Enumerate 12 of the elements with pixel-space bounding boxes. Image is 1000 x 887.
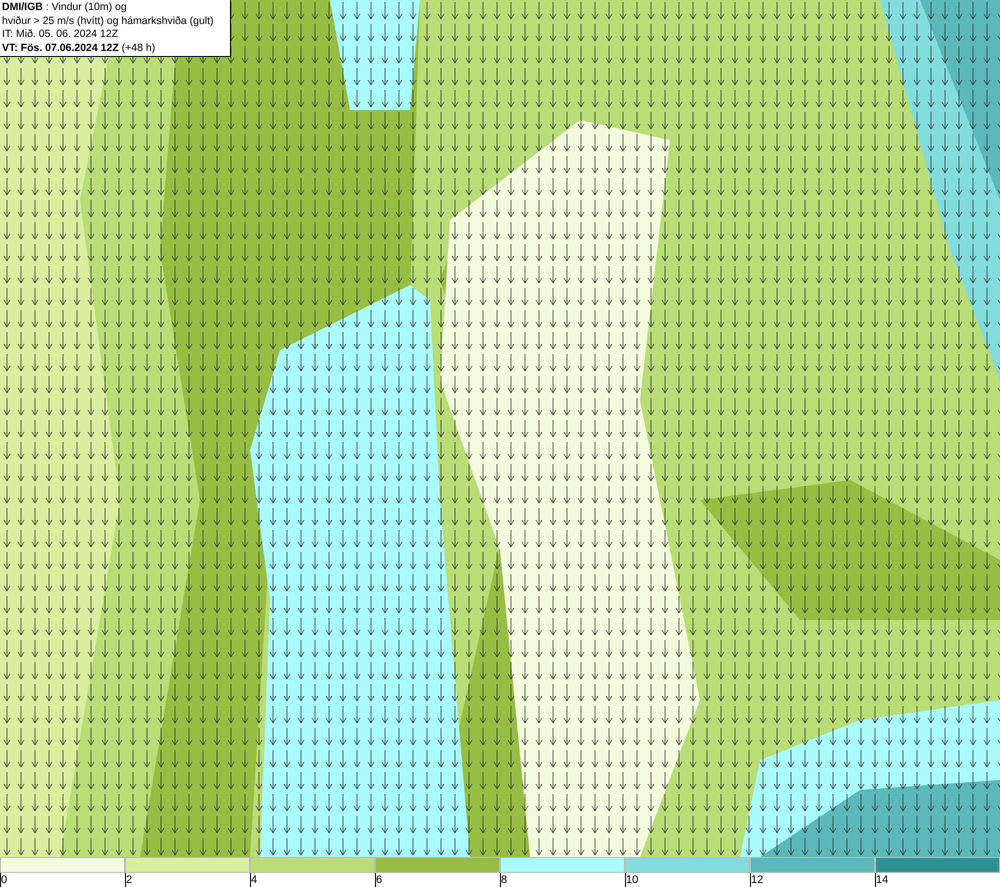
legend-label: 12 bbox=[751, 874, 764, 886]
caption-line: DMI/IGB : Vindur (10m) og bbox=[2, 1, 128, 14]
caption-line: IT: Mið. 05. 06. 2024 12Z bbox=[2, 28, 120, 42]
legend-label: 4 bbox=[251, 874, 258, 886]
legend-label: 6 bbox=[376, 874, 382, 886]
legend-label: 14 bbox=[876, 874, 888, 886]
legend-label: 2 bbox=[126, 874, 132, 886]
legend-label: 0 bbox=[1, 874, 8, 886]
legend-label: 10 bbox=[626, 874, 638, 886]
caption-line: VT: Fös. 07.06.2024 12Z (+48 h) bbox=[2, 42, 156, 55]
legend-label: 8 bbox=[501, 874, 508, 886]
caption-line: hviður > 25 m/s (hvítt) og hámarkshviða (gult) bbox=[2, 14, 215, 28]
